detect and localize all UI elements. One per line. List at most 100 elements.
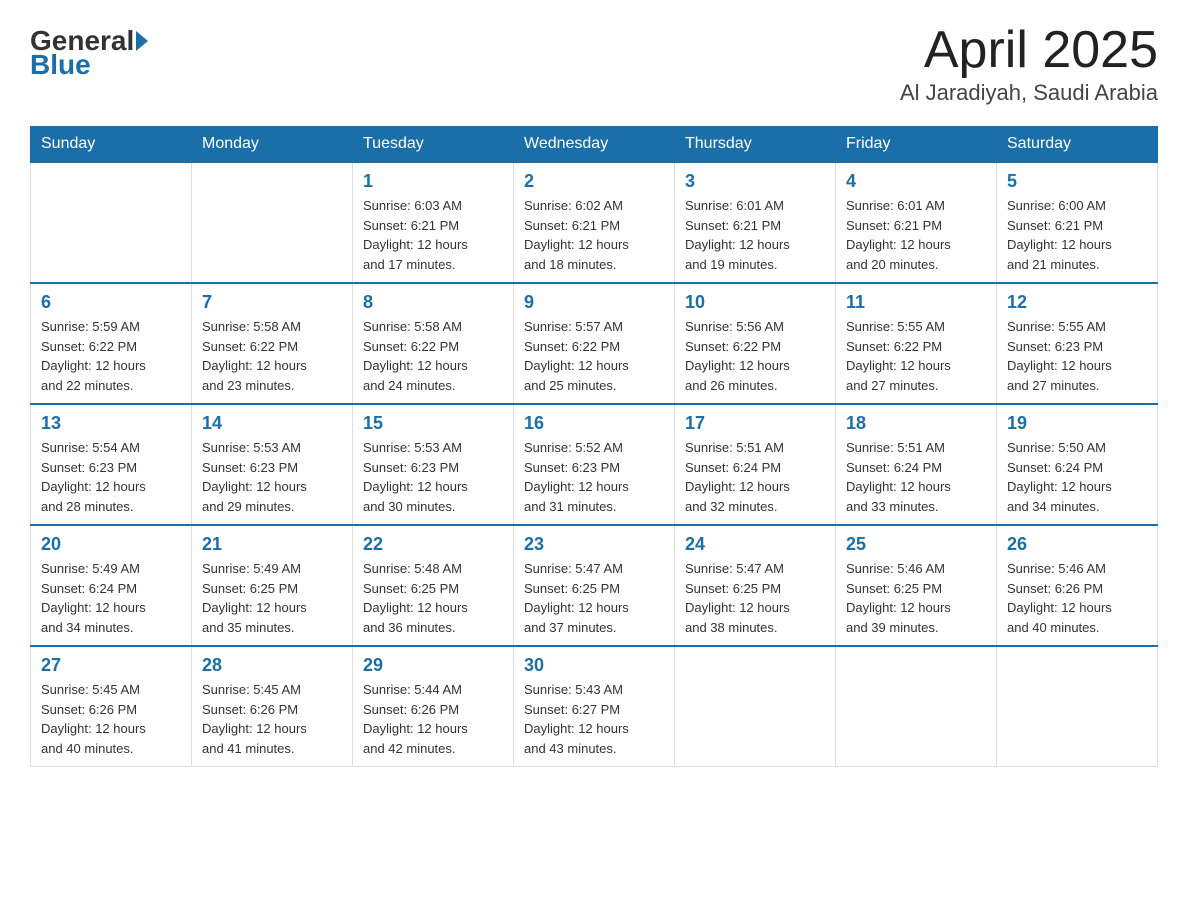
calendar-day-cell: 19 Sunrise: 5:50 AM Sunset: 6:24 PM Dayli…: [997, 404, 1158, 525]
day-number: 1: [363, 171, 503, 192]
day-info: Sunrise: 5:53 AM Sunset: 6:23 PM Dayligh…: [363, 438, 503, 516]
calendar-week-row: 1 Sunrise: 6:03 AM Sunset: 6:21 PM Daylig…: [31, 162, 1158, 283]
day-number: 15: [363, 413, 503, 434]
calendar-week-row: 13Sunrise: 5:54 AM Sunset: 6:23 PM Dayli…: [31, 404, 1158, 525]
calendar-day-header: Saturday: [997, 127, 1158, 163]
calendar-week-row: 20Sunrise: 5:49 AM Sunset: 6:24 PM Dayli…: [31, 525, 1158, 646]
calendar-day-cell: 20Sunrise: 5:49 AM Sunset: 6:24 PM Dayli…: [31, 525, 192, 646]
calendar-day-cell: 8 Sunrise: 5:58 AM Sunset: 6:22 PM Daylig…: [353, 283, 514, 404]
calendar-day-cell: 2 Sunrise: 6:02 AM Sunset: 6:21 PM Daylig…: [514, 162, 675, 283]
day-info: Sunrise: 5:55 AM Sunset: 6:23 PM Dayligh…: [1007, 317, 1147, 395]
calendar-day-cell: 21Sunrise: 5:49 AM Sunset: 6:25 PM Dayli…: [192, 525, 353, 646]
calendar-day-cell: 22 Sunrise: 5:48 AM Sunset: 6:25 PM Dayli…: [353, 525, 514, 646]
day-info: Sunrise: 5:58 AM Sunset: 6:22 PM Dayligh…: [363, 317, 503, 395]
calendar-day-cell: 6Sunrise: 5:59 AM Sunset: 6:22 PM Daylig…: [31, 283, 192, 404]
day-number: 19: [1007, 413, 1147, 434]
logo-arrow-icon: [136, 31, 148, 51]
day-info: Sunrise: 6:01 AM Sunset: 6:21 PM Dayligh…: [846, 196, 986, 274]
calendar-day-cell: 24 Sunrise: 5:47 AM Sunset: 6:25 PM Dayli…: [675, 525, 836, 646]
calendar-day-cell: 28 Sunrise: 5:45 AM Sunset: 6:26 PM Dayli…: [192, 646, 353, 767]
calendar-week-row: 27 Sunrise: 5:45 AM Sunset: 6:26 PM Dayli…: [31, 646, 1158, 767]
day-number: 29: [363, 655, 503, 676]
day-info: Sunrise: 5:58 AM Sunset: 6:22 PM Dayligh…: [202, 317, 342, 395]
calendar-day-cell: [675, 646, 836, 767]
day-number: 8: [363, 292, 503, 313]
calendar-day-header: Friday: [836, 127, 997, 163]
day-number: 5: [1007, 171, 1147, 192]
day-number: 18: [846, 413, 986, 434]
day-number: 25: [846, 534, 986, 555]
day-info: Sunrise: 6:00 AM Sunset: 6:21 PM Dayligh…: [1007, 196, 1147, 274]
calendar-day-cell: [192, 162, 353, 283]
calendar-day-cell: 12 Sunrise: 5:55 AM Sunset: 6:23 PM Dayli…: [997, 283, 1158, 404]
calendar-header-row: SundayMondayTuesdayWednesdayThursdayFrid…: [31, 127, 1158, 163]
day-info: Sunrise: 5:54 AM Sunset: 6:23 PM Dayligh…: [41, 438, 181, 516]
day-number: 7: [202, 292, 342, 313]
calendar-day-cell: 14 Sunrise: 5:53 AM Sunset: 6:23 PM Dayli…: [192, 404, 353, 525]
calendar-day-cell: 7 Sunrise: 5:58 AM Sunset: 6:22 PM Daylig…: [192, 283, 353, 404]
calendar-title: April 2025: [900, 20, 1158, 80]
day-number: 22: [363, 534, 503, 555]
calendar-day-header: Thursday: [675, 127, 836, 163]
day-info: Sunrise: 5:45 AM Sunset: 6:26 PM Dayligh…: [202, 680, 342, 758]
day-info: Sunrise: 6:02 AM Sunset: 6:21 PM Dayligh…: [524, 196, 664, 274]
calendar-day-cell: 1 Sunrise: 6:03 AM Sunset: 6:21 PM Daylig…: [353, 162, 514, 283]
day-info: Sunrise: 5:59 AM Sunset: 6:22 PM Dayligh…: [41, 317, 181, 395]
day-info: Sunrise: 5:47 AM Sunset: 6:25 PM Dayligh…: [524, 559, 664, 637]
day-number: 4: [846, 171, 986, 192]
calendar-day-cell: 27 Sunrise: 5:45 AM Sunset: 6:26 PM Dayli…: [31, 646, 192, 767]
day-number: 3: [685, 171, 825, 192]
day-number: 10: [685, 292, 825, 313]
logo: General Blue: [30, 20, 150, 81]
calendar-table: SundayMondayTuesdayWednesdayThursdayFrid…: [30, 126, 1158, 767]
day-info: Sunrise: 5:43 AM Sunset: 6:27 PM Dayligh…: [524, 680, 664, 758]
calendar-day-cell: 30 Sunrise: 5:43 AM Sunset: 6:27 PM Dayli…: [514, 646, 675, 767]
calendar-day-cell: 5 Sunrise: 6:00 AM Sunset: 6:21 PM Daylig…: [997, 162, 1158, 283]
day-info: Sunrise: 5:47 AM Sunset: 6:25 PM Dayligh…: [685, 559, 825, 637]
day-info: Sunrise: 5:44 AM Sunset: 6:26 PM Dayligh…: [363, 680, 503, 758]
calendar-day-header: Sunday: [31, 127, 192, 163]
day-info: Sunrise: 5:55 AM Sunset: 6:22 PM Dayligh…: [846, 317, 986, 395]
calendar-day-cell: 16Sunrise: 5:52 AM Sunset: 6:23 PM Dayli…: [514, 404, 675, 525]
day-number: 14: [202, 413, 342, 434]
calendar-day-cell: 11Sunrise: 5:55 AM Sunset: 6:22 PM Dayli…: [836, 283, 997, 404]
day-info: Sunrise: 6:03 AM Sunset: 6:21 PM Dayligh…: [363, 196, 503, 274]
day-info: Sunrise: 5:46 AM Sunset: 6:25 PM Dayligh…: [846, 559, 986, 637]
day-number: 2: [524, 171, 664, 192]
day-info: Sunrise: 5:49 AM Sunset: 6:25 PM Dayligh…: [202, 559, 342, 637]
day-info: Sunrise: 5:57 AM Sunset: 6:22 PM Dayligh…: [524, 317, 664, 395]
calendar-day-cell: [836, 646, 997, 767]
day-info: Sunrise: 5:53 AM Sunset: 6:23 PM Dayligh…: [202, 438, 342, 516]
calendar-location: Al Jaradiyah, Saudi Arabia: [900, 80, 1158, 106]
calendar-day-cell: 15 Sunrise: 5:53 AM Sunset: 6:23 PM Dayli…: [353, 404, 514, 525]
calendar-day-cell: 9 Sunrise: 5:57 AM Sunset: 6:22 PM Daylig…: [514, 283, 675, 404]
day-info: Sunrise: 6:01 AM Sunset: 6:21 PM Dayligh…: [685, 196, 825, 274]
day-info: Sunrise: 5:51 AM Sunset: 6:24 PM Dayligh…: [685, 438, 825, 516]
day-number: 9: [524, 292, 664, 313]
calendar-day-cell: 17 Sunrise: 5:51 AM Sunset: 6:24 PM Dayli…: [675, 404, 836, 525]
day-info: Sunrise: 5:49 AM Sunset: 6:24 PM Dayligh…: [41, 559, 181, 637]
day-number: 28: [202, 655, 342, 676]
day-number: 27: [41, 655, 181, 676]
calendar-day-cell: [31, 162, 192, 283]
day-number: 26: [1007, 534, 1147, 555]
day-number: 12: [1007, 292, 1147, 313]
calendar-day-header: Wednesday: [514, 127, 675, 163]
day-number: 30: [524, 655, 664, 676]
day-info: Sunrise: 5:45 AM Sunset: 6:26 PM Dayligh…: [41, 680, 181, 758]
day-number: 17: [685, 413, 825, 434]
calendar-day-cell: 18 Sunrise: 5:51 AM Sunset: 6:24 PM Dayli…: [836, 404, 997, 525]
title-block: April 2025 Al Jaradiyah, Saudi Arabia: [900, 20, 1158, 106]
day-info: Sunrise: 5:48 AM Sunset: 6:25 PM Dayligh…: [363, 559, 503, 637]
calendar-day-cell: 25 Sunrise: 5:46 AM Sunset: 6:25 PM Dayli…: [836, 525, 997, 646]
day-info: Sunrise: 5:46 AM Sunset: 6:26 PM Dayligh…: [1007, 559, 1147, 637]
calendar-day-cell: 3 Sunrise: 6:01 AM Sunset: 6:21 PM Daylig…: [675, 162, 836, 283]
calendar-day-cell: 23 Sunrise: 5:47 AM Sunset: 6:25 PM Dayli…: [514, 525, 675, 646]
calendar-day-cell: 26 Sunrise: 5:46 AM Sunset: 6:26 PM Dayli…: [997, 525, 1158, 646]
day-number: 16: [524, 413, 664, 434]
day-number: 24: [685, 534, 825, 555]
day-number: 23: [524, 534, 664, 555]
page-header: General Blue April 2025 Al Jaradiyah, Sa…: [30, 20, 1158, 106]
day-info: Sunrise: 5:51 AM Sunset: 6:24 PM Dayligh…: [846, 438, 986, 516]
day-info: Sunrise: 5:50 AM Sunset: 6:24 PM Dayligh…: [1007, 438, 1147, 516]
